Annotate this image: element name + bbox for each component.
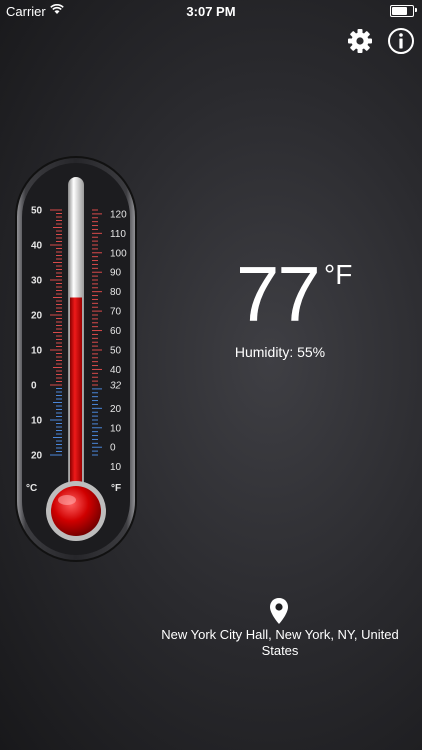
fahrenheit-label: 110 bbox=[110, 229, 126, 240]
fahrenheit-label: 50 bbox=[110, 346, 122, 357]
thermometer-bulb bbox=[51, 486, 101, 536]
mercury-column bbox=[70, 297, 82, 507]
thermometer: 504030201001020 120110100908070605040322… bbox=[15, 156, 137, 562]
gear-icon[interactable] bbox=[346, 27, 374, 55]
celsius-label: 10 bbox=[31, 346, 43, 357]
fahrenheit-label: 120 bbox=[110, 209, 127, 220]
info-icon[interactable] bbox=[387, 27, 415, 55]
humidity-label: Humidity: 55% bbox=[234, 344, 326, 360]
status-bar: Carrier 3:07 PM bbox=[0, 0, 422, 22]
fahrenheit-label: 10 bbox=[110, 423, 122, 434]
celsius-label: 30 bbox=[31, 276, 43, 287]
battery-cap bbox=[415, 8, 417, 12]
temperature-display: 77 °F bbox=[226, 250, 376, 338]
celsius-unit-label: °C bbox=[26, 483, 37, 494]
fahrenheit-label: 100 bbox=[110, 248, 127, 259]
fahrenheit-label: 70 bbox=[110, 307, 122, 318]
temperature-unit: °F bbox=[324, 259, 353, 290]
fahrenheit-unit-label: °F bbox=[111, 483, 121, 494]
celsius-label: 10 bbox=[31, 416, 43, 427]
celsius-label: 40 bbox=[31, 241, 43, 252]
location-text: New York City Hall, New York, NY, United… bbox=[161, 627, 399, 658]
temperature-value: 77 bbox=[236, 250, 321, 338]
fahrenheit-label: 0 bbox=[110, 443, 116, 454]
fahrenheit-label: 90 bbox=[110, 268, 122, 279]
fahrenheit-label: 60 bbox=[110, 326, 122, 337]
fahrenheit-label: 32 bbox=[110, 381, 122, 392]
fahrenheit-label: 20 bbox=[110, 404, 122, 415]
celsius-label: 50 bbox=[31, 206, 43, 217]
battery-icon bbox=[390, 5, 414, 17]
fahrenheit-label: 10 bbox=[110, 462, 122, 473]
celsius-label: 20 bbox=[31, 311, 43, 322]
fahrenheit-label: 40 bbox=[110, 365, 122, 376]
location-pin-icon bbox=[270, 598, 288, 624]
fahrenheit-label: 80 bbox=[110, 287, 122, 298]
status-time: 3:07 PM bbox=[186, 4, 236, 19]
celsius-label: 20 bbox=[31, 451, 43, 462]
celsius-label: 0 bbox=[31, 381, 37, 392]
